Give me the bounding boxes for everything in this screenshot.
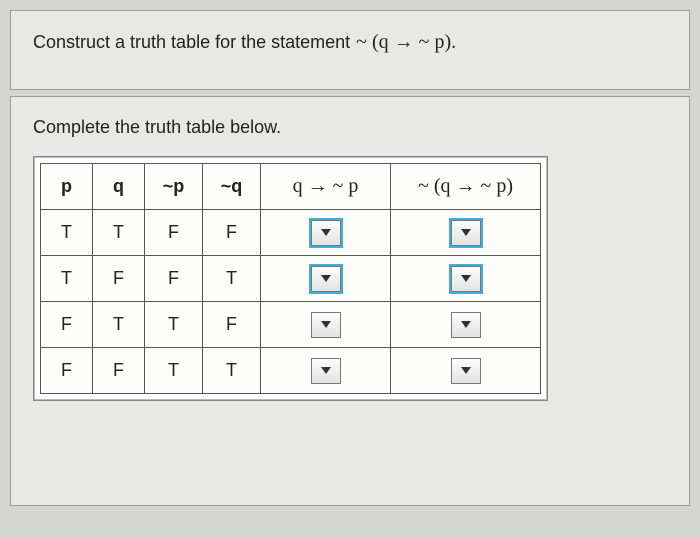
dropdown-select[interactable] <box>451 358 481 384</box>
table-row: T F F T <box>41 256 541 302</box>
cell-dropdown-col5 <box>261 210 391 256</box>
dropdown-select[interactable] <box>451 220 481 246</box>
table-row: F T T F <box>41 302 541 348</box>
statement-prefix: Construct a truth table for the statemen… <box>33 32 350 53</box>
cell-dropdown-col6 <box>391 210 541 256</box>
chevron-down-icon <box>461 367 471 374</box>
cell-dropdown-col5 <box>261 348 391 394</box>
header-neg-qimp-notp: ~ (q → ~ p) <box>391 164 541 210</box>
cell-q: F <box>93 256 145 302</box>
chevron-down-icon <box>461 229 471 236</box>
dropdown-select[interactable] <box>311 266 341 292</box>
cell-dropdown-col5 <box>261 302 391 348</box>
cell-notp: T <box>145 348 203 394</box>
table-header-row: p q ~p ~q q → ~ p ~ (q → ~ p) <box>41 164 541 210</box>
dropdown-select[interactable] <box>451 266 481 292</box>
header-q: q <box>93 164 145 210</box>
cell-notq: T <box>203 256 261 302</box>
cell-q: T <box>93 302 145 348</box>
cell-p: T <box>41 256 93 302</box>
cell-notp: F <box>145 210 203 256</box>
truth-table: p q ~p ~q q → ~ p ~ (q → ~ p) T T F F <box>40 163 541 394</box>
dropdown-select[interactable] <box>311 220 341 246</box>
cell-dropdown-col5 <box>261 256 391 302</box>
cell-notp: F <box>145 256 203 302</box>
cell-notq: T <box>203 348 261 394</box>
chevron-down-icon <box>321 229 331 236</box>
chevron-down-icon <box>321 275 331 282</box>
chevron-down-icon <box>461 321 471 328</box>
cell-notq: F <box>203 302 261 348</box>
cell-p: T <box>41 210 93 256</box>
cell-dropdown-col6 <box>391 348 541 394</box>
dropdown-select[interactable] <box>311 358 341 384</box>
cell-notp: T <box>145 302 203 348</box>
truth-table-container: p q ~p ~q q → ~ p ~ (q → ~ p) T T F F <box>33 156 548 401</box>
chevron-down-icon <box>321 321 331 328</box>
table-row: F F T T <box>41 348 541 394</box>
cell-dropdown-col6 <box>391 302 541 348</box>
table-row: T T F F <box>41 210 541 256</box>
dropdown-select[interactable] <box>311 312 341 338</box>
cell-notq: F <box>203 210 261 256</box>
dropdown-select[interactable] <box>451 312 481 338</box>
cell-q: F <box>93 348 145 394</box>
chevron-down-icon <box>321 367 331 374</box>
chevron-down-icon <box>461 275 471 282</box>
cell-p: F <box>41 348 93 394</box>
header-notp: ~p <box>145 164 203 210</box>
cell-p: F <box>41 302 93 348</box>
instruction-text: Complete the truth table below. <box>33 117 667 138</box>
header-notq: ~q <box>203 164 261 210</box>
header-p: p <box>41 164 93 210</box>
question-statement: Construct a truth table for the statemen… <box>33 31 667 54</box>
answer-panel: Complete the truth table below. p q ~p ~… <box>10 96 690 506</box>
header-qimp-notp: q → ~ p <box>261 164 391 210</box>
statement-expression: ~ (q → ~ p). <box>356 31 456 54</box>
cell-dropdown-col6 <box>391 256 541 302</box>
question-panel: Construct a truth table for the statemen… <box>10 10 690 90</box>
cell-q: T <box>93 210 145 256</box>
